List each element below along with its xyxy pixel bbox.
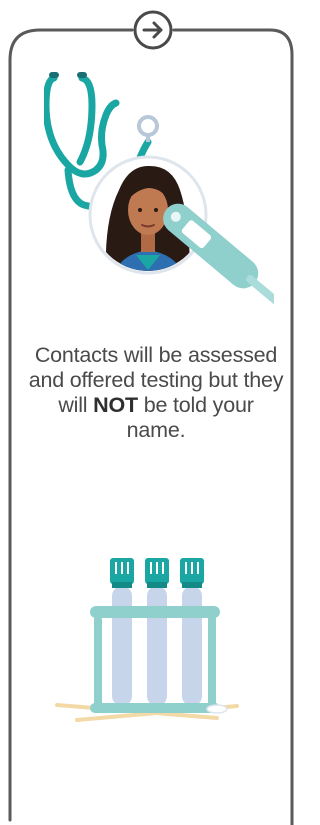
message-emphasis: NOT bbox=[93, 393, 138, 417]
arrow-right-icon bbox=[133, 10, 173, 50]
test-tubes-rack-icon bbox=[55, 558, 239, 722]
privacy-message: Contacts will be assessed and offered te… bbox=[28, 343, 284, 443]
message-text-after: be told your name. bbox=[126, 393, 254, 442]
doctor-illustration bbox=[44, 72, 274, 307]
next-button[interactable] bbox=[132, 9, 174, 51]
